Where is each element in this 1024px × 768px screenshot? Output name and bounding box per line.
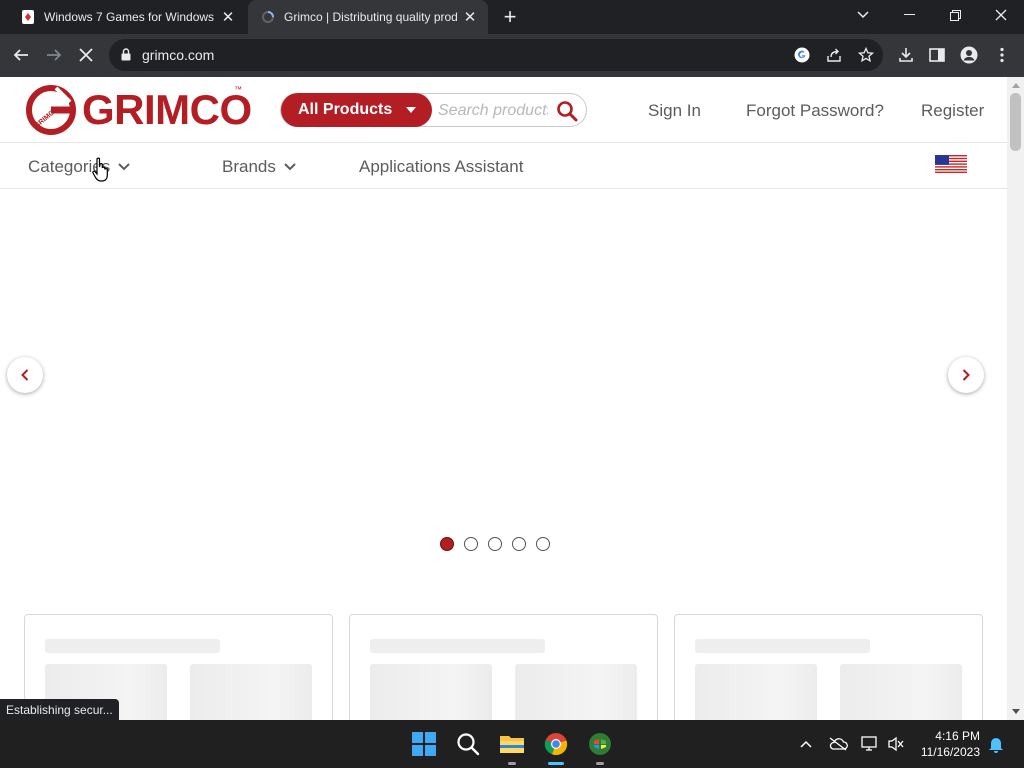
running-indicator [596,762,604,765]
download-icon[interactable] [895,44,917,66]
clock-date: 11/16/2023 [920,745,980,759]
chevron-right-icon [962,369,970,381]
stop-loading-icon[interactable] [73,42,99,68]
us-flag-icon[interactable] [935,155,967,173]
forward-arrow-icon[interactable] [41,42,67,68]
loading-card [674,614,983,720]
file-explorer-icon[interactable] [496,728,528,765]
web-page: GRIMCO GRIMCO ™ All Products Sign In For… [0,77,1007,720]
chevron-down-icon [118,163,130,171]
tab-close-icon[interactable]: ✕ [460,7,480,27]
onedrive-offline-icon[interactable] [828,734,848,754]
brands-menu[interactable]: Brands [222,157,296,177]
all-products-label: All Products [298,101,393,118]
loading-card [349,614,658,720]
applications-assistant-link[interactable]: Applications Assistant [359,157,523,177]
kebab-menu-icon[interactable] [991,44,1013,66]
product-search-bar: All Products [280,93,587,127]
lock-icon[interactable] [121,48,131,66]
new-tab-plus-icon[interactable]: + [498,4,522,29]
chevron-down-icon [284,163,296,171]
system-clock[interactable]: 4:16 PM 11/16/2023 [918,728,980,760]
url-text[interactable]: grimco.com [142,47,214,63]
scrollbar-thumb[interactable] [1010,93,1021,151]
skeleton-title [695,639,870,653]
restore-icon[interactable] [932,0,978,30]
skeleton-title [370,639,545,653]
search-icon[interactable] [556,100,578,122]
skeleton-image [190,664,312,720]
browser-toolbar: grimco.com [0,34,1024,77]
carousel-dot[interactable] [512,537,526,551]
active-indicator [548,762,564,765]
categories-menu[interactable]: Categories [28,157,130,177]
applications-assistant-label: Applications Assistant [359,157,524,176]
close-window-icon[interactable] [978,0,1024,30]
grimco-logo-mark-icon: GRIMCO [26,85,76,135]
grimco-logo[interactable]: GRIMCO GRIMCO [26,85,252,135]
sign-in-link[interactable]: Sign In [648,101,701,121]
page-scrollbar[interactable] [1007,77,1024,720]
carousel-dot[interactable] [464,537,478,551]
network-icon[interactable] [860,734,880,754]
category-nav: Categories Brands Applications Assistant [0,143,1007,189]
side-panel-icon[interactable] [926,44,948,66]
all-products-dropdown[interactable]: All Products [281,93,432,127]
tab-windows-7-games[interactable]: Windows 7 Games for Windows ✕ [8,0,246,34]
caret-down-icon [406,107,416,113]
skeleton-title [45,639,220,653]
status-bubble: Establishing secur... [0,699,119,720]
browser-tabstrip: Windows 7 Games for Windows ✕ Grimco | D… [0,0,1024,34]
address-bar[interactable]: grimco.com [109,39,883,71]
games-app-icon[interactable] [584,728,616,765]
logo-wordmark: GRIMCO [82,86,252,133]
windows-taskbar: 4:16 PM 11/16/2023 [0,720,1024,768]
volume-muted-icon[interactable] [886,734,906,754]
carousel-indicators [440,537,550,551]
skeleton-image [840,664,962,720]
search-icon[interactable] [452,728,484,760]
notification-bell-icon[interactable] [986,734,1006,754]
hand-cursor-icon [92,157,108,182]
skeleton-image [695,664,817,720]
profile-icon[interactable] [958,44,980,66]
windows-start-icon[interactable] [408,728,440,760]
scroll-down-arrow-icon[interactable] [1012,709,1020,714]
tab-search-chevron-icon[interactable] [840,0,886,30]
chrome-icon[interactable] [540,728,572,765]
chevron-up-icon[interactable] [796,734,816,754]
chevron-left-icon [21,369,29,381]
skeleton-image [370,664,492,720]
cards-favicon-icon [20,9,36,25]
clock-time: 4:16 PM [935,729,980,743]
tab-title: Grimco | Distributing quality prod [284,10,458,24]
google-icon[interactable] [793,46,811,64]
minimize-icon[interactable] [886,0,932,30]
tab-grimco[interactable]: Grimco | Distributing quality prod ✕ [248,0,488,34]
register-link[interactable]: Register [921,101,984,121]
carousel-dot[interactable] [440,537,454,551]
logo-badge-text: GRIMCO [33,106,60,130]
site-header: GRIMCO GRIMCO ™ All Products Sign In For… [0,77,1007,143]
carousel-dot[interactable] [488,537,502,551]
tab-close-icon[interactable]: ✕ [218,7,238,27]
search-input[interactable] [438,100,548,122]
trademark-icon: ™ [234,85,242,94]
carousel-next-button[interactable] [948,357,984,393]
tab-title: Windows 7 Games for Windows [44,10,215,24]
brands-label: Brands [222,157,276,176]
scroll-up-arrow-icon[interactable] [1012,83,1020,88]
carousel-prev-button[interactable] [7,357,43,393]
forgot-password-link[interactable]: Forgot Password? [746,101,884,121]
bookmark-star-icon[interactable] [857,46,875,64]
skeleton-image [515,664,637,720]
back-arrow-icon[interactable] [8,42,34,68]
carousel-dot[interactable] [536,537,550,551]
loading-spinner-icon [260,9,276,25]
share-icon[interactable] [825,46,843,64]
running-indicator [508,762,516,765]
